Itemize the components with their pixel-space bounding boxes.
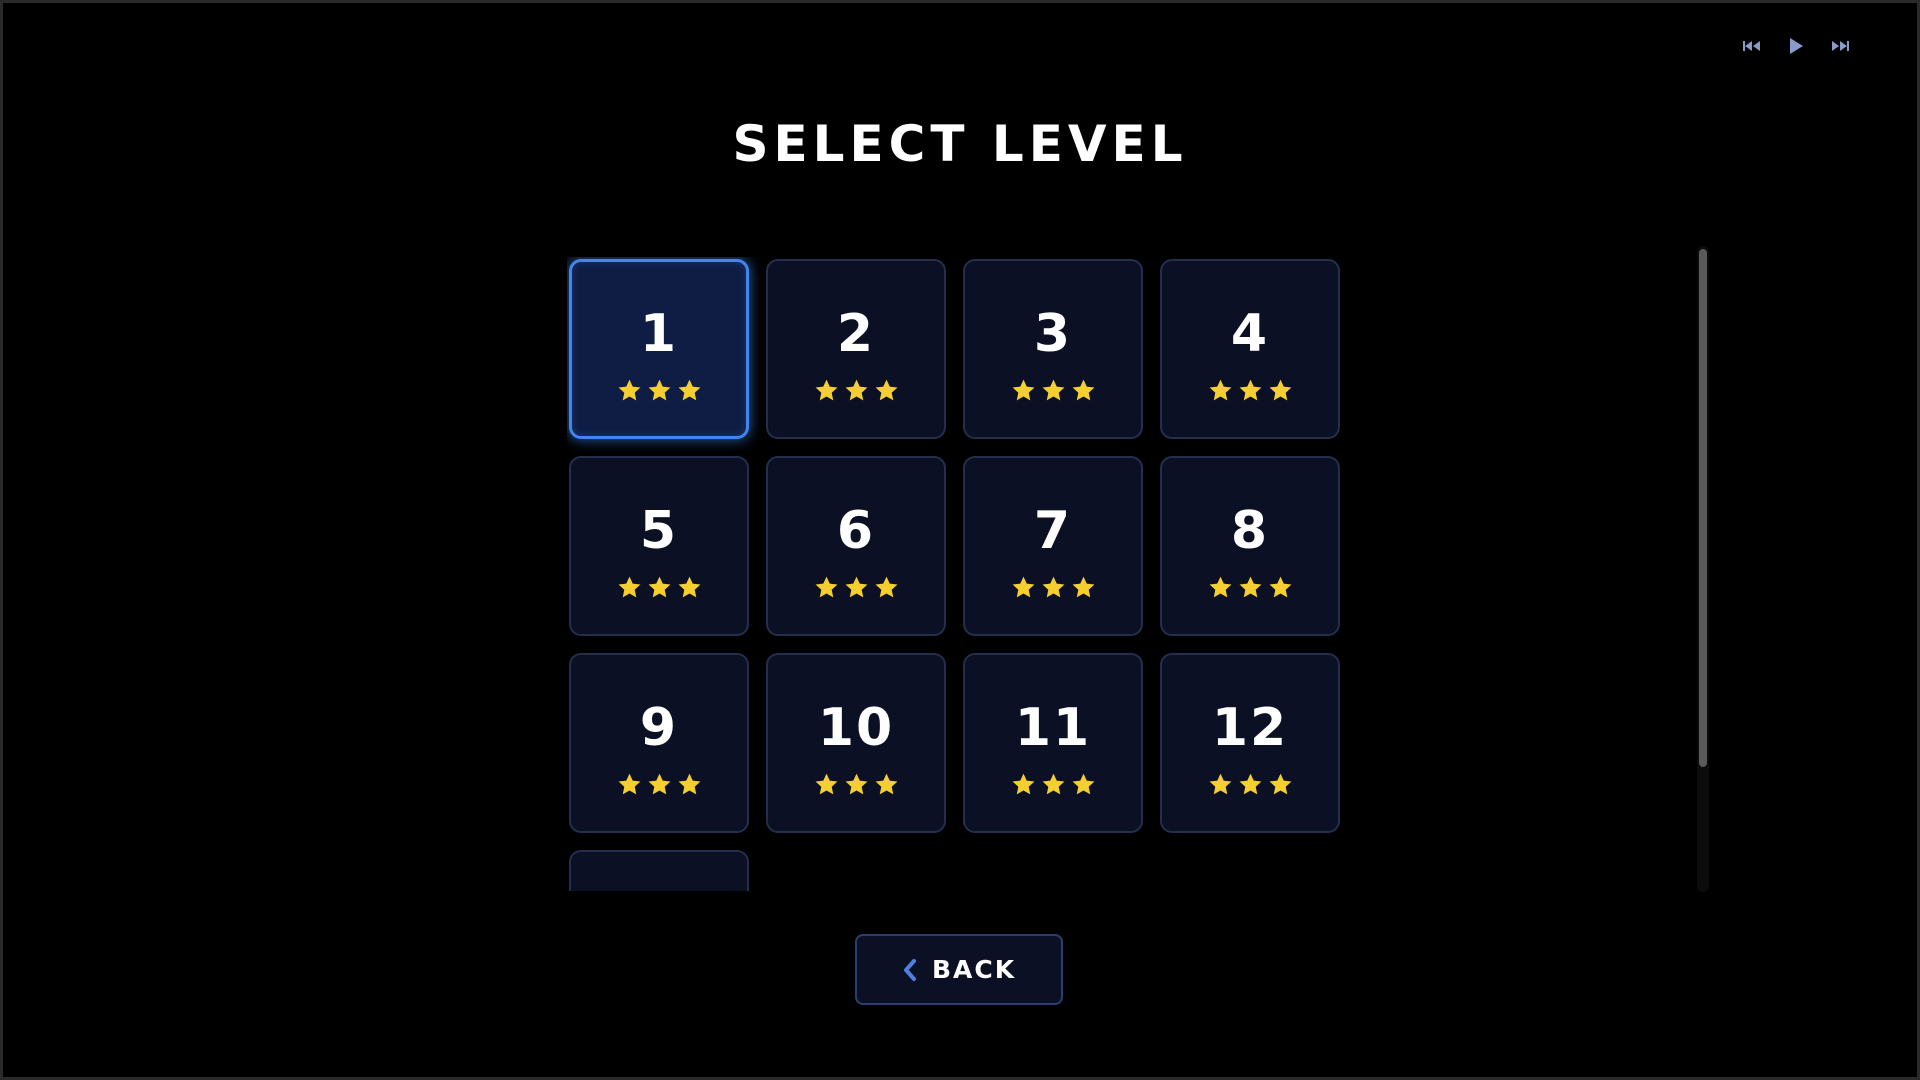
star-icon [815,576,837,597]
star-icon [678,576,700,597]
star-icon [1042,773,1064,794]
star-icon [845,576,867,597]
star-icon [1239,773,1261,794]
star-rating [1011,772,1096,797]
star-icon [1209,773,1231,794]
level-tile-11[interactable]: 11 [963,653,1143,833]
level-number: 5 [639,500,679,561]
level-number: 12 [1211,697,1289,758]
level-tile-2[interactable]: 2 [766,259,946,439]
star-icon [1269,576,1291,597]
star-rating [1208,772,1293,797]
star-icon [1239,379,1261,400]
level-tile-9[interactable]: 9 [569,653,749,833]
back-button-label: BACK [931,955,1017,984]
star-icon [1072,773,1094,794]
star-icon [1269,379,1291,400]
play-icon [1790,38,1803,54]
star-icon [618,379,640,400]
star-rating [1011,575,1096,600]
game-screen: SELECT LEVEL 1 2 3 4 5 6 7 8 9 10 11 12 BACK [0,0,1920,1080]
level-grid-viewport: 1 2 3 4 5 6 7 8 9 10 11 12 [567,257,1351,891]
level-grid: 1 2 3 4 5 6 7 8 9 10 11 12 [567,257,1351,891]
previous-track-button[interactable] [1741,33,1763,59]
level-number: 2 [836,303,876,364]
level-number: 8 [1230,500,1270,561]
star-icon [845,379,867,400]
level-number: 1 [639,303,679,364]
scrollbar-thumb[interactable] [1699,249,1707,767]
star-icon [1012,576,1034,597]
star-icon [1042,576,1064,597]
star-icon [1012,773,1034,794]
star-icon [1042,379,1064,400]
level-number: 7 [1033,500,1073,561]
star-icon [618,576,640,597]
star-rating [1208,378,1293,403]
level-number: 4 [1230,303,1270,364]
star-rating [814,772,899,797]
star-rating [617,772,702,797]
star-icon [875,379,897,400]
star-icon [648,773,670,794]
star-icon [1072,576,1094,597]
star-rating [814,378,899,403]
skip-previous-icon [1743,41,1760,51]
level-tile-1[interactable]: 1 [569,259,749,439]
level-number: 6 [836,500,876,561]
star-icon [618,773,640,794]
star-icon [648,379,670,400]
star-rating [1208,575,1293,600]
chevron-left-icon [903,958,916,981]
star-rating [814,575,899,600]
level-tile-6[interactable]: 6 [766,456,946,636]
page-title: SELECT LEVEL [732,115,1188,173]
star-icon [1072,379,1094,400]
star-icon [1209,379,1231,400]
star-icon [678,379,700,400]
level-tile-10[interactable]: 10 [766,653,946,833]
level-tile-12[interactable]: 12 [1160,653,1340,833]
scrollbar[interactable] [1697,246,1709,892]
star-icon [875,773,897,794]
star-rating [617,575,702,600]
star-icon [1239,576,1261,597]
level-number: 10 [817,697,895,758]
level-number: 3 [1033,303,1073,364]
star-icon [875,576,897,597]
media-controls [1741,33,1851,59]
back-button[interactable]: BACK [855,934,1063,1005]
star-icon [678,773,700,794]
star-icon [648,576,670,597]
star-icon [815,773,837,794]
level-tile-8[interactable]: 8 [1160,456,1340,636]
level-tile-4[interactable]: 4 [1160,259,1340,439]
level-number: 11 [1014,697,1092,758]
star-icon [1269,773,1291,794]
star-icon [815,379,837,400]
level-number: 9 [639,697,679,758]
star-icon [845,773,867,794]
star-rating [617,378,702,403]
level-tile-5[interactable]: 5 [569,456,749,636]
play-button[interactable] [1785,33,1807,59]
star-rating [1011,378,1096,403]
level-tile[interactable] [569,850,749,891]
star-icon [1012,379,1034,400]
skip-next-icon [1832,41,1849,51]
level-tile-7[interactable]: 7 [963,456,1143,636]
level-tile-3[interactable]: 3 [963,259,1143,439]
next-track-button[interactable] [1829,33,1851,59]
star-icon [1209,576,1231,597]
